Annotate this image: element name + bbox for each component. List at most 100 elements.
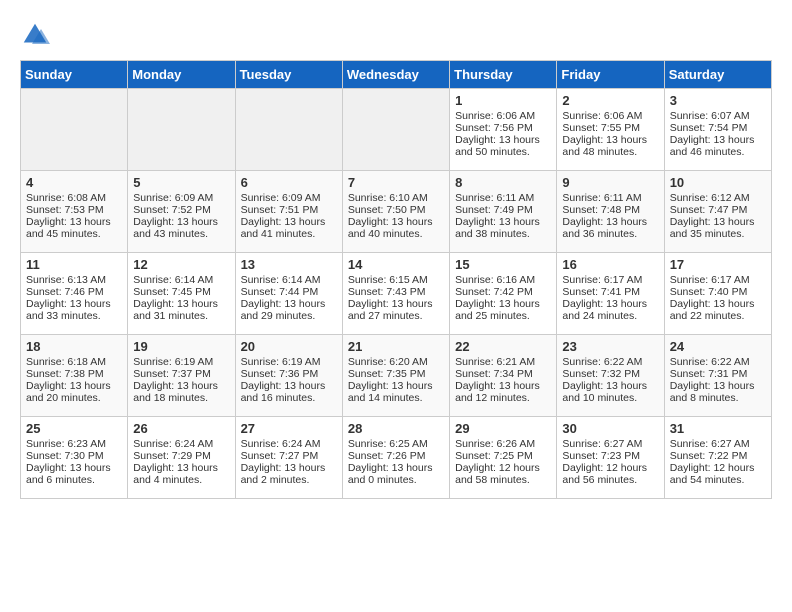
day-number: 24 xyxy=(670,339,766,354)
day-number: 3 xyxy=(670,93,766,108)
day-info: Sunrise: 6:18 AM xyxy=(26,356,122,368)
day-info: and 54 minutes. xyxy=(670,474,766,486)
day-number: 21 xyxy=(348,339,444,354)
calendar-cell: 14Sunrise: 6:15 AMSunset: 7:43 PMDayligh… xyxy=(342,253,449,335)
calendar-cell: 8Sunrise: 6:11 AMSunset: 7:49 PMDaylight… xyxy=(450,171,557,253)
day-info: and 29 minutes. xyxy=(241,310,337,322)
day-info: and 36 minutes. xyxy=(562,228,658,240)
calendar-cell: 23Sunrise: 6:22 AMSunset: 7:32 PMDayligh… xyxy=(557,335,664,417)
calendar-body: 1Sunrise: 6:06 AMSunset: 7:56 PMDaylight… xyxy=(21,89,772,499)
day-info: Sunrise: 6:06 AM xyxy=(562,110,658,122)
day-info: and 10 minutes. xyxy=(562,392,658,404)
day-number: 13 xyxy=(241,257,337,272)
day-info: and 16 minutes. xyxy=(241,392,337,404)
calendar-cell: 9Sunrise: 6:11 AMSunset: 7:48 PMDaylight… xyxy=(557,171,664,253)
calendar-cell: 28 Sunrise: 6:25 AMSunset: 7:26 PMDayligh… xyxy=(342,417,449,499)
day-info: Sunrise: 6:17 AM xyxy=(562,274,658,286)
calendar-cell: 4Sunrise: 6:08 AMSunset: 7:53 PMDaylight… xyxy=(21,171,128,253)
day-info: Sunrise: 6:23 AM xyxy=(26,438,122,450)
day-info: Sunset: 7:23 PM xyxy=(562,450,658,462)
day-info: Daylight: 13 hours xyxy=(26,380,122,392)
day-info: Sunset: 7:27 PM xyxy=(241,450,337,462)
day-info: Sunset: 7:30 PM xyxy=(26,450,122,462)
day-info: Sunset: 7:47 PM xyxy=(670,204,766,216)
day-info: Sunset: 7:31 PM xyxy=(670,368,766,380)
calendar-cell: 2Sunrise: 6:06 AMSunset: 7:55 PMDaylight… xyxy=(557,89,664,171)
calendar-cell: 21Sunrise: 6:20 AMSunset: 7:35 PMDayligh… xyxy=(342,335,449,417)
calendar-week-2: 11Sunrise: 6:13 AMSunset: 7:46 PMDayligh… xyxy=(21,253,772,335)
day-number: 2 xyxy=(562,93,658,108)
day-info: Sunrise: 6:25 AM xyxy=(348,438,444,450)
day-info: Sunrise: 6:15 AM xyxy=(348,274,444,286)
day-info: Sunset: 7:41 PM xyxy=(562,286,658,298)
day-number: 12 xyxy=(133,257,229,272)
header-day-monday: Monday xyxy=(128,61,235,89)
day-number: 20 xyxy=(241,339,337,354)
day-info: Sunset: 7:44 PM xyxy=(241,286,337,298)
day-info: and 12 minutes. xyxy=(455,392,551,404)
day-info: Sunrise: 6:09 AM xyxy=(241,192,337,204)
day-info: Daylight: 13 hours xyxy=(348,298,444,310)
day-info: and 35 minutes. xyxy=(670,228,766,240)
day-info: Sunset: 7:40 PM xyxy=(670,286,766,298)
day-info: Sunrise: 6:07 AM xyxy=(670,110,766,122)
day-info: Sunset: 7:38 PM xyxy=(26,368,122,380)
day-info: Sunrise: 6:24 AM xyxy=(241,438,337,450)
calendar-cell: 26Sunrise: 6:24 AMSunset: 7:29 PMDayligh… xyxy=(128,417,235,499)
day-info: Daylight: 13 hours xyxy=(133,462,229,474)
day-info: Sunset: 7:35 PM xyxy=(348,368,444,380)
day-info: and 43 minutes. xyxy=(133,228,229,240)
day-info: Daylight: 13 hours xyxy=(241,380,337,392)
day-number: 6 xyxy=(241,175,337,190)
calendar-header: SundayMondayTuesdayWednesdayThursdayFrid… xyxy=(21,61,772,89)
day-info: Daylight: 13 hours xyxy=(133,298,229,310)
day-info: and 48 minutes. xyxy=(562,146,658,158)
day-info: Daylight: 13 hours xyxy=(348,216,444,228)
day-info: Daylight: 13 hours xyxy=(348,462,444,474)
header-day-sunday: Sunday xyxy=(21,61,128,89)
day-number: 8 xyxy=(455,175,551,190)
day-info: Sunset: 7:45 PM xyxy=(133,286,229,298)
calendar-week-3: 18Sunrise: 6:18 AMSunset: 7:38 PMDayligh… xyxy=(21,335,772,417)
day-number: 4 xyxy=(26,175,122,190)
header-row: SundayMondayTuesdayWednesdayThursdayFrid… xyxy=(21,61,772,89)
day-info: Sunrise: 6:27 AM xyxy=(670,438,766,450)
day-number: 9 xyxy=(562,175,658,190)
day-info: Sunrise: 6:19 AM xyxy=(241,356,337,368)
day-info: Daylight: 13 hours xyxy=(133,380,229,392)
calendar-cell: 10Sunrise: 6:12 AMSunset: 7:47 PMDayligh… xyxy=(664,171,771,253)
day-info: Daylight: 13 hours xyxy=(26,462,122,474)
day-number: 1 xyxy=(455,93,551,108)
day-info: and 33 minutes. xyxy=(26,310,122,322)
calendar-cell: 7Sunrise: 6:10 AMSunset: 7:50 PMDaylight… xyxy=(342,171,449,253)
day-info: Daylight: 13 hours xyxy=(241,462,337,474)
day-info: Sunrise: 6:11 AM xyxy=(562,192,658,204)
day-info: Sunset: 7:26 PM xyxy=(348,450,444,462)
calendar-cell: 15Sunrise: 6:16 AMSunset: 7:42 PMDayligh… xyxy=(450,253,557,335)
day-info: Daylight: 13 hours xyxy=(455,380,551,392)
day-info: Sunrise: 6:26 AM xyxy=(455,438,551,450)
day-info: Daylight: 13 hours xyxy=(26,216,122,228)
day-info: Daylight: 13 hours xyxy=(670,134,766,146)
header-day-saturday: Saturday xyxy=(664,61,771,89)
day-info: and 2 minutes. xyxy=(241,474,337,486)
day-info: Sunrise: 6:19 AM xyxy=(133,356,229,368)
day-info: and 6 minutes. xyxy=(26,474,122,486)
day-info: Sunset: 7:54 PM xyxy=(670,122,766,134)
day-info: Sunrise: 6:06 AM xyxy=(455,110,551,122)
day-info: and 4 minutes. xyxy=(133,474,229,486)
day-info: Sunrise: 6:11 AM xyxy=(455,192,551,204)
header xyxy=(20,20,772,50)
day-number: 17 xyxy=(670,257,766,272)
calendar-week-4: 25Sunrise: 6:23 AMSunset: 7:30 PMDayligh… xyxy=(21,417,772,499)
day-info: Sunset: 7:56 PM xyxy=(455,122,551,134)
day-info: and 46 minutes. xyxy=(670,146,766,158)
day-info: Sunset: 7:25 PM xyxy=(455,450,551,462)
day-number: 11 xyxy=(26,257,122,272)
day-info: and 41 minutes. xyxy=(241,228,337,240)
day-number: 28 xyxy=(348,421,444,436)
day-info: Sunrise: 6:20 AM xyxy=(348,356,444,368)
calendar-cell: 12Sunrise: 6:14 AMSunset: 7:45 PMDayligh… xyxy=(128,253,235,335)
calendar-cell: 27Sunrise: 6:24 AMSunset: 7:27 PMDayligh… xyxy=(235,417,342,499)
day-info: Sunset: 7:42 PM xyxy=(455,286,551,298)
